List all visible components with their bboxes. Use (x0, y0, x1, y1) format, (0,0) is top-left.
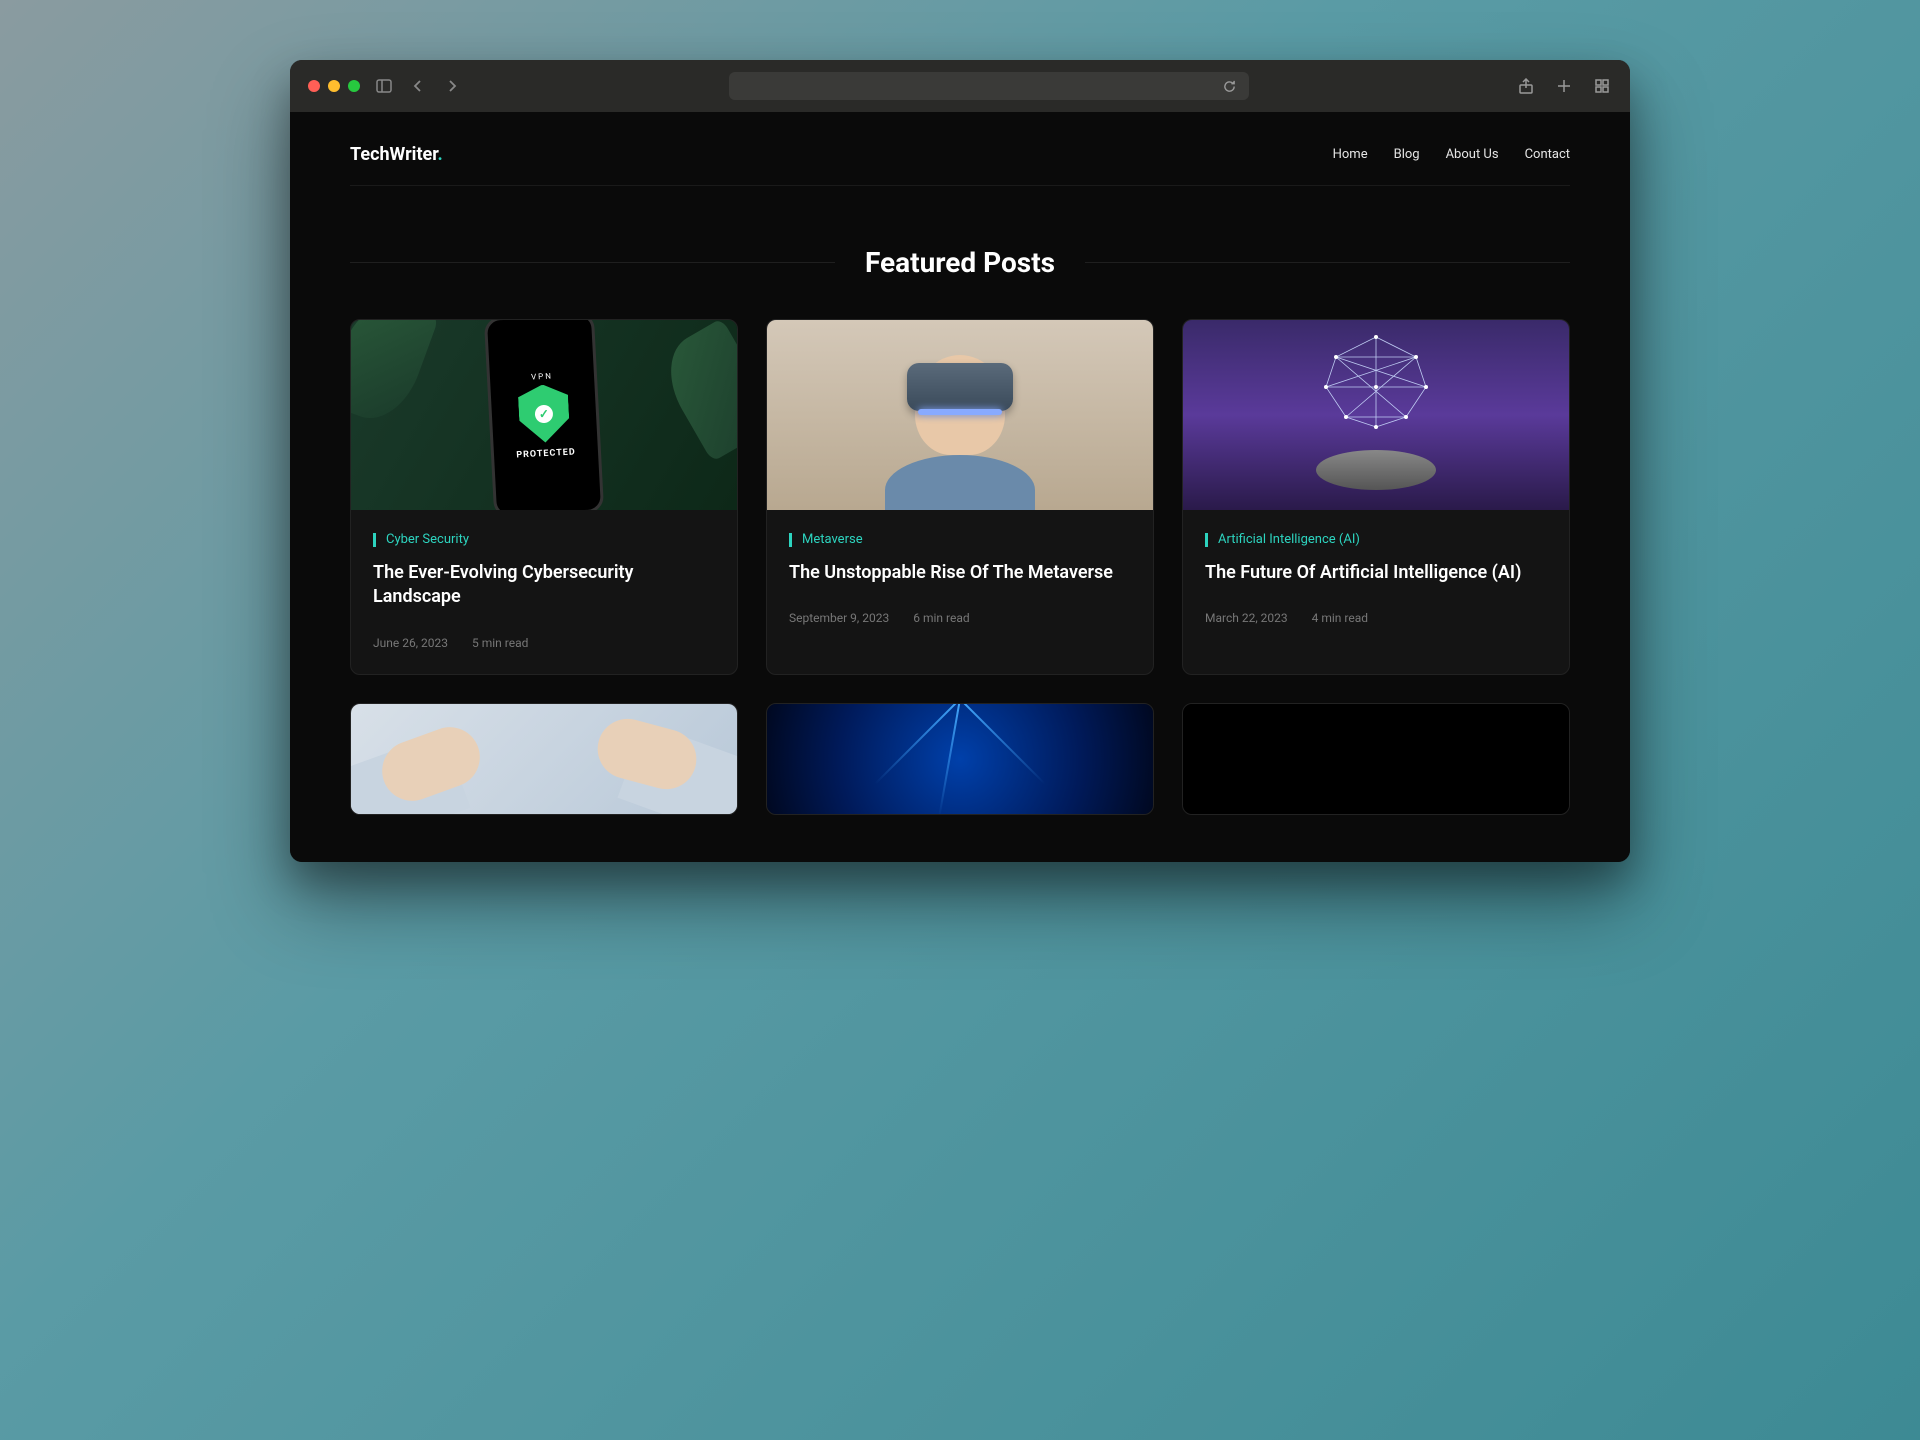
category-row: Artificial Intelligence (AI) (1205, 532, 1547, 547)
reload-icon[interactable] (1219, 76, 1239, 96)
hands-illustration (351, 704, 737, 814)
post-card[interactable]: VPN ✓ PROTECTED Cyber Security The Ever-… (350, 319, 738, 675)
nav-contact[interactable]: Contact (1525, 147, 1570, 162)
post-title[interactable]: The Unstoppable Rise Of The Metaverse (789, 561, 1131, 585)
section-title: Featured Posts (835, 246, 1085, 279)
post-thumbnail (767, 704, 1153, 814)
forward-icon[interactable] (442, 76, 462, 96)
vr-headset-icon (907, 363, 1013, 411)
post-title[interactable]: The Ever-Evolving Cybersecurity Landscap… (373, 561, 715, 610)
neural-network-icon (1296, 327, 1456, 447)
fiber-strand (938, 704, 961, 814)
fiber-strand (959, 704, 1045, 785)
post-card[interactable] (350, 703, 738, 815)
window-controls (308, 80, 360, 92)
plant-leaf-decoration (652, 320, 737, 462)
post-body: Artificial Intelligence (AI) The Future … (1183, 510, 1569, 649)
post-date: March 22, 2023 (1205, 611, 1288, 625)
divider-left (350, 262, 835, 263)
post-card[interactable] (1182, 703, 1570, 815)
phone-illustration: VPN ✓ PROTECTED (484, 320, 604, 510)
browser-window: TechWriter. Home Blog About Us Contact F… (290, 60, 1630, 862)
post-meta: September 9, 2023 6 min read (789, 611, 1131, 625)
close-window-button[interactable] (308, 80, 320, 92)
post-read-time: 4 min read (1312, 611, 1368, 625)
post-thumbnail (1183, 320, 1569, 510)
post-meta: March 22, 2023 4 min read (1205, 611, 1547, 625)
checkmark-icon: ✓ (534, 404, 553, 423)
protected-label: PROTECTED (516, 447, 576, 460)
logo-accent: . (437, 144, 442, 165)
divider-right (1085, 262, 1570, 263)
category-row: Metaverse (789, 532, 1131, 547)
post-read-time: 5 min read (472, 636, 528, 650)
post-body: Metaverse The Unstoppable Rise Of The Me… (767, 510, 1153, 649)
nav-about[interactable]: About Us (1446, 147, 1499, 162)
share-icon[interactable] (1516, 76, 1536, 96)
site-logo[interactable]: TechWriter. (350, 144, 443, 165)
tabs-overview-icon[interactable] (1592, 76, 1612, 96)
shield-icon: ✓ (517, 383, 570, 444)
nav-blog[interactable]: Blog (1394, 147, 1420, 162)
minimize-window-button[interactable] (328, 80, 340, 92)
category-accent-bar (373, 533, 376, 547)
chrome-actions (1516, 76, 1612, 96)
post-thumbnail: VPN ✓ PROTECTED (351, 320, 737, 510)
maximize-window-button[interactable] (348, 80, 360, 92)
url-bar[interactable] (729, 72, 1249, 100)
new-tab-icon[interactable] (1554, 76, 1574, 96)
site-header: TechWriter. Home Blog About Us Contact (350, 112, 1570, 186)
post-card[interactable]: Artificial Intelligence (AI) The Future … (1182, 319, 1570, 675)
head-shape (915, 355, 1005, 455)
vpn-label: VPN (531, 371, 553, 381)
sidebar-toggle-icon[interactable] (374, 76, 394, 96)
posts-grid: VPN ✓ PROTECTED Cyber Security The Ever-… (350, 319, 1570, 815)
browser-chrome (290, 60, 1630, 112)
post-category[interactable]: Cyber Security (386, 532, 469, 547)
post-card[interactable]: Metaverse The Unstoppable Rise Of The Me… (766, 319, 1154, 675)
post-title[interactable]: The Future Of Artificial Intelligence (A… (1205, 561, 1547, 585)
nav-home[interactable]: Home (1333, 147, 1368, 162)
section-heading: Featured Posts (350, 246, 1570, 279)
category-accent-bar (789, 533, 792, 547)
page-content: TechWriter. Home Blog About Us Contact F… (290, 112, 1630, 862)
post-card[interactable] (766, 703, 1154, 815)
post-thumbnail (1183, 704, 1569, 814)
vr-person-illustration (870, 335, 1050, 511)
plant-leaf-decoration (351, 320, 439, 430)
post-category[interactable]: Artificial Intelligence (AI) (1218, 532, 1360, 547)
post-thumbnail (767, 320, 1153, 510)
post-category[interactable]: Metaverse (802, 532, 863, 547)
main-nav: Home Blog About Us Contact (1333, 147, 1570, 162)
category-accent-bar (1205, 533, 1208, 547)
post-read-time: 6 min read (913, 611, 969, 625)
post-date: September 9, 2023 (789, 611, 889, 625)
back-icon[interactable] (408, 76, 428, 96)
post-date: June 26, 2023 (373, 636, 448, 650)
logo-text: TechWriter (350, 144, 437, 165)
post-body: Cyber Security The Ever-Evolving Cyberse… (351, 510, 737, 674)
post-meta: June 26, 2023 5 min read (373, 636, 715, 650)
category-row: Cyber Security (373, 532, 715, 547)
post-thumbnail (351, 704, 737, 814)
shirt-shape (885, 455, 1035, 511)
platform-shape (1316, 450, 1436, 490)
